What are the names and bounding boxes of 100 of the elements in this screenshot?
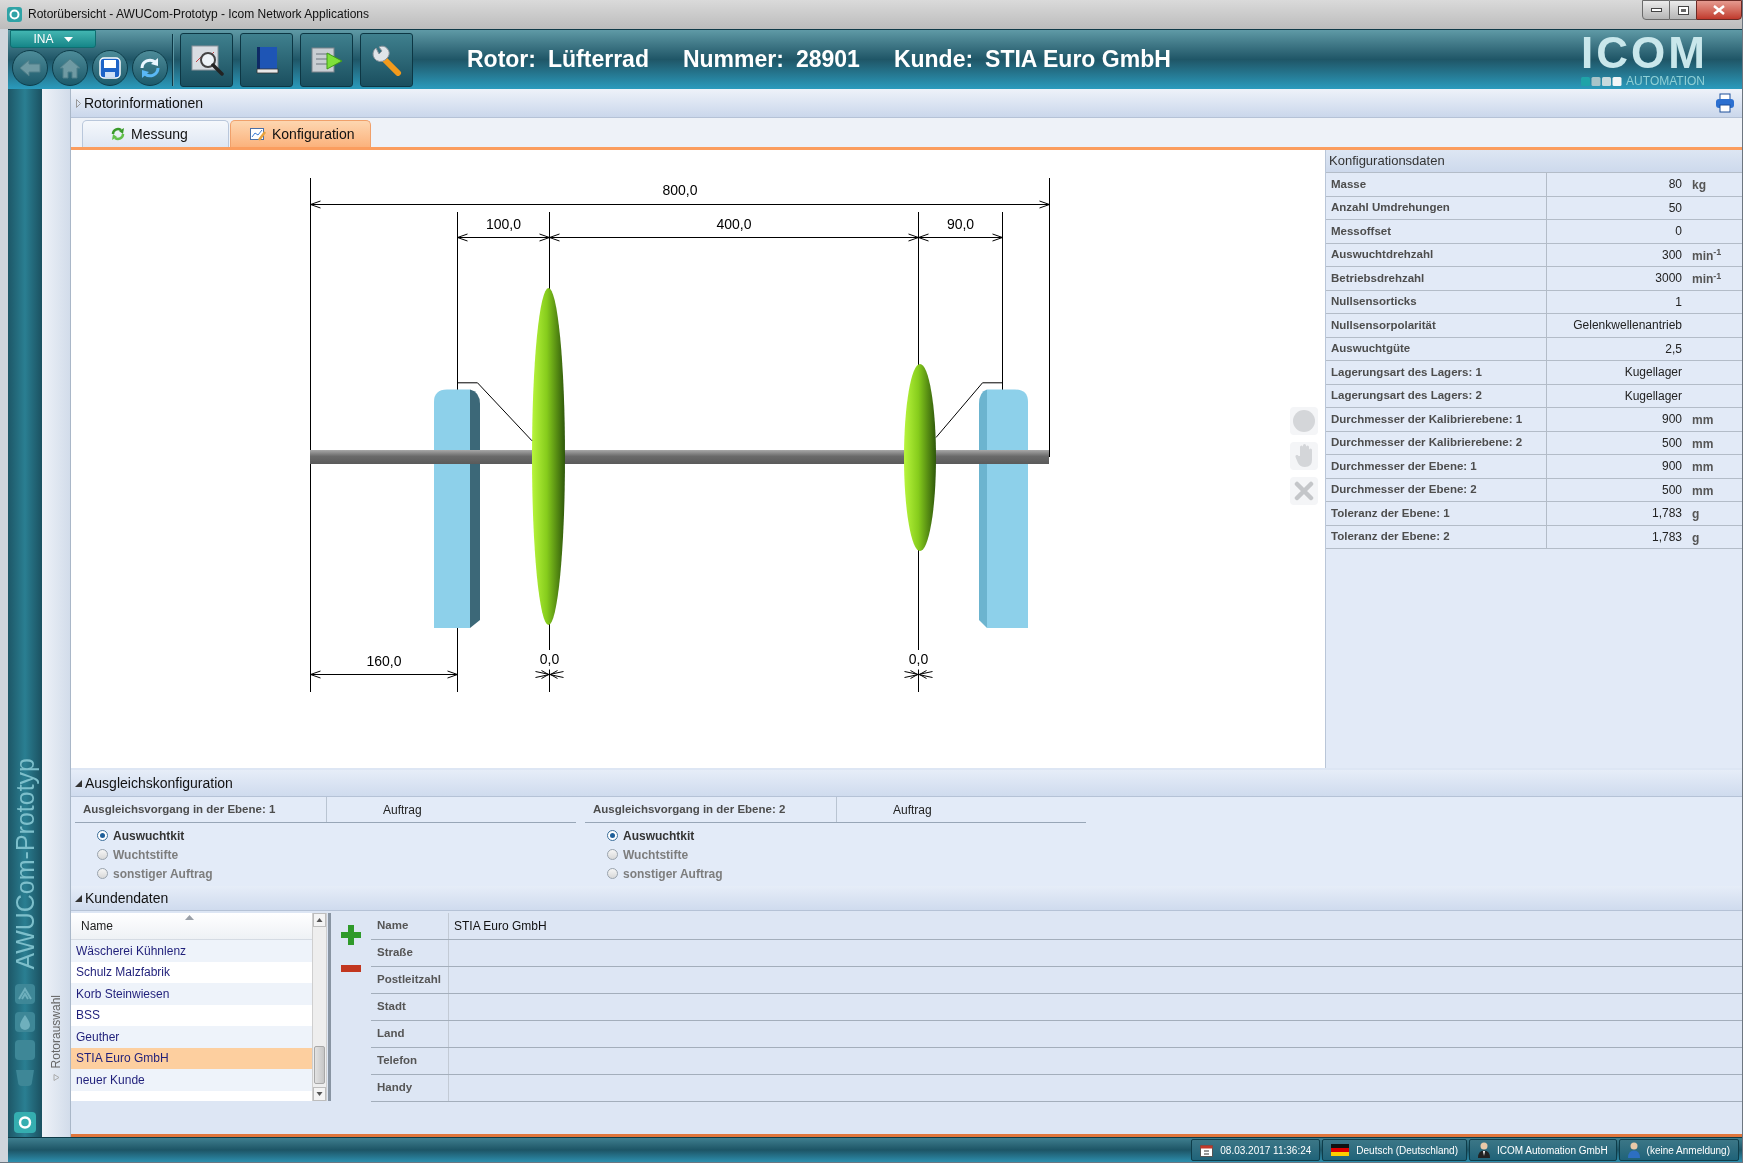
field-label: Stadt (377, 999, 406, 1015)
sync-button[interactable] (132, 50, 168, 86)
scrollbar[interactable] (312, 913, 327, 1101)
field-label: Postleitzahl (377, 972, 441, 988)
property-label: Durchmesser der Ebene: 1 (1331, 458, 1477, 474)
home-button[interactable] (52, 50, 88, 86)
circle-icon (1293, 410, 1315, 432)
header-value: Lüfterrad (548, 44, 649, 74)
plane-heading: Ausgleichsvorgang in der Ebene: 2 (593, 801, 786, 817)
maximize-button[interactable] (1670, 0, 1696, 20)
close-button[interactable] (1696, 0, 1742, 20)
property-label: Lagerungsart des Lagers: 1 (1331, 364, 1482, 380)
list-item[interactable]: STIA Euro GmbH (71, 1047, 312, 1069)
book-icon (253, 46, 280, 74)
radio-label: sonstiger Auftrag (113, 865, 213, 883)
start-button[interactable] (300, 33, 353, 87)
minimize-button[interactable] (1642, 0, 1670, 20)
plane-heading: Ausgleichsvorgang in der Ebene: 1 (83, 801, 276, 817)
drop-icon (15, 1012, 35, 1032)
unit-label: mm (1692, 436, 1714, 451)
property-label: Toleranz der Ebene: 1 (1331, 505, 1450, 521)
property-value: 50 (1668, 199, 1682, 217)
radio-button[interactable] (607, 868, 618, 879)
magnifier-document-icon (189, 44, 224, 76)
section-header[interactable]: Ausgleichskonfiguration (71, 770, 1742, 797)
radio-button[interactable] (97, 830, 108, 841)
radio-button[interactable] (97, 849, 108, 860)
property-value: 500 (1661, 434, 1682, 452)
refresh-icon (111, 127, 125, 141)
field-label: Land (377, 1026, 405, 1042)
back-button[interactable] (12, 50, 48, 86)
section-header[interactable]: Kundendaten (71, 886, 1742, 911)
logo-tagline: AUTOMATION (1626, 75, 1705, 87)
dimension-label: 400,0 (716, 216, 752, 232)
plus-icon (341, 925, 361, 945)
status-text: ICOM Automation GmbH (1497, 1143, 1608, 1158)
rotor-selection-panel[interactable]: Rotorauswahl (42, 89, 71, 1137)
unit-label: min$^{-1}$ (1692, 272, 1722, 287)
property-value: 1 (1675, 293, 1682, 311)
field-value: Auftrag (893, 801, 932, 819)
field-label: Telefon (377, 1053, 418, 1069)
tile-icon (15, 1040, 35, 1060)
dimension-label: 0,0 (539, 651, 560, 667)
dimension-label: 800,0 (662, 182, 698, 198)
app-icon (7, 7, 22, 22)
list-item[interactable]: Geuther (71, 1026, 312, 1048)
calendar-icon (1200, 1143, 1214, 1157)
dimension-label: 100,0 (486, 216, 521, 232)
radio-button[interactable] (97, 868, 108, 879)
field-label: Handy (377, 1080, 413, 1096)
column-header[interactable]: Name (71, 913, 312, 940)
input-field[interactable]: STIA Euro GmbH (449, 913, 1742, 939)
left-arrow-icon (18, 58, 42, 78)
radio-button[interactable] (607, 849, 618, 860)
wrench-icon (370, 44, 403, 76)
tab[interactable]: Messung (82, 120, 229, 147)
analysis-button[interactable] (180, 33, 233, 87)
scroll-thumb[interactable] (314, 1046, 325, 1084)
property-value: 80 (1668, 176, 1682, 194)
dimension-marker (535, 669, 564, 693)
property-value: 300 (1661, 246, 1682, 264)
property-label: Lagerungsart des Lagers: 2 (1331, 388, 1482, 404)
caret-icon (63, 36, 73, 42)
person-icon (1627, 1142, 1640, 1158)
save-button[interactable] (92, 50, 128, 86)
field-label: Straße (377, 945, 413, 961)
property-label: Messoffset (1331, 223, 1392, 239)
unit-label: g (1692, 507, 1700, 522)
section-title: Kundendaten (85, 888, 169, 908)
unit-label: kg (1692, 178, 1706, 193)
close-icon (1294, 481, 1314, 501)
list-item[interactable]: Wäscherei Kühnlenz (71, 940, 312, 962)
property-label: Betriebsdrehzahl (1331, 270, 1425, 286)
property-label: Auswuchtgüte (1331, 341, 1411, 357)
section-header[interactable]: Rotorinformationen (71, 89, 1742, 118)
arrows-icon (15, 984, 35, 1004)
dimension-label: 90,0 (946, 216, 975, 232)
minimize-icon (1650, 8, 1662, 12)
header-value: 28901 (795, 44, 860, 74)
scroll-up-icon (313, 913, 326, 927)
field-label: Name (377, 918, 409, 934)
radio-label: Wuchtstifte (113, 846, 179, 864)
unit-label: g (1692, 530, 1700, 545)
logo-wordmark: ICOM (1581, 34, 1708, 72)
settings-button[interactable] (360, 33, 413, 87)
list-item[interactable]: neuer Kunde (71, 1069, 312, 1091)
radio-label: sonstiger Auftrag (623, 865, 723, 883)
manual-button[interactable] (240, 33, 293, 87)
delete-button[interactable] (1290, 477, 1318, 505)
radio-label: Auswuchtkit (623, 827, 695, 845)
list-item[interactable]: Korb Steinwiesen (71, 983, 312, 1005)
tab[interactable]: Konfiguration (230, 120, 371, 147)
add-button[interactable] (340, 924, 362, 946)
printer-icon (1715, 93, 1735, 113)
person-icon (1478, 1142, 1490, 1158)
radio-button[interactable] (607, 830, 618, 841)
section-title: Ausgleichskonfiguration (85, 773, 233, 793)
unit-label: mm (1692, 413, 1714, 428)
leader-line (935, 382, 1003, 438)
property-label: Toleranz der Ebene: 2 (1331, 529, 1450, 545)
